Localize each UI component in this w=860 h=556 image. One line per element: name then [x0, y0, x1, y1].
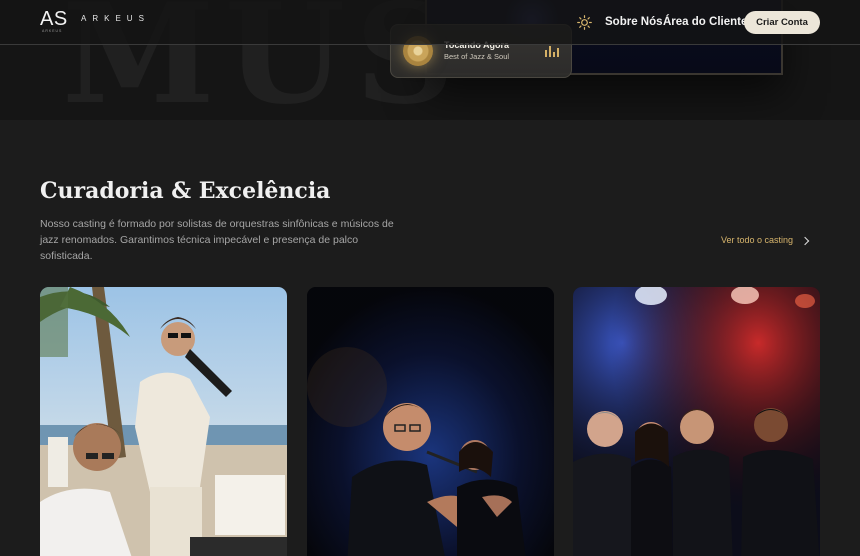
casting-card-stage-duo[interactable]	[307, 287, 554, 556]
casting-card-band[interactable]	[573, 287, 820, 556]
logo-tagline: ARKEUS	[42, 29, 63, 33]
chevron-right-icon	[800, 236, 810, 245]
brand-logo[interactable]: AS ARKEUS ARKEUS	[40, 9, 165, 37]
section-title: Curadoria & Excelência	[40, 178, 331, 204]
band-photo	[573, 287, 820, 556]
see-all-casting-link[interactable]: Ver todo o casting	[721, 235, 810, 245]
logo-monogram: AS	[40, 8, 68, 30]
nav-link-sobre-nos[interactable]: Sobre Nós	[605, 15, 663, 30]
beach-duo-photo	[40, 287, 287, 556]
equalizer-icon	[545, 45, 559, 57]
create-account-button[interactable]: Criar Conta	[744, 11, 820, 34]
see-all-label: Ver todo o casting	[721, 235, 794, 245]
casting-card-beach-duo[interactable]	[40, 287, 287, 556]
stage-duo-photo	[307, 287, 554, 556]
top-navbar: AS ARKEUS ARKEUS Sobre Nós Área do Clien…	[0, 0, 860, 45]
sun-icon[interactable]	[577, 15, 592, 30]
nav-link-area-do-cliente[interactable]: Área do Cliente	[663, 15, 747, 30]
section-description: Nosso casting é formado por solistas de …	[40, 218, 394, 262]
logo-wordmark: ARKEUS	[81, 14, 150, 23]
now-playing-subtitle: Best of Jazz & Soul	[444, 52, 510, 61]
